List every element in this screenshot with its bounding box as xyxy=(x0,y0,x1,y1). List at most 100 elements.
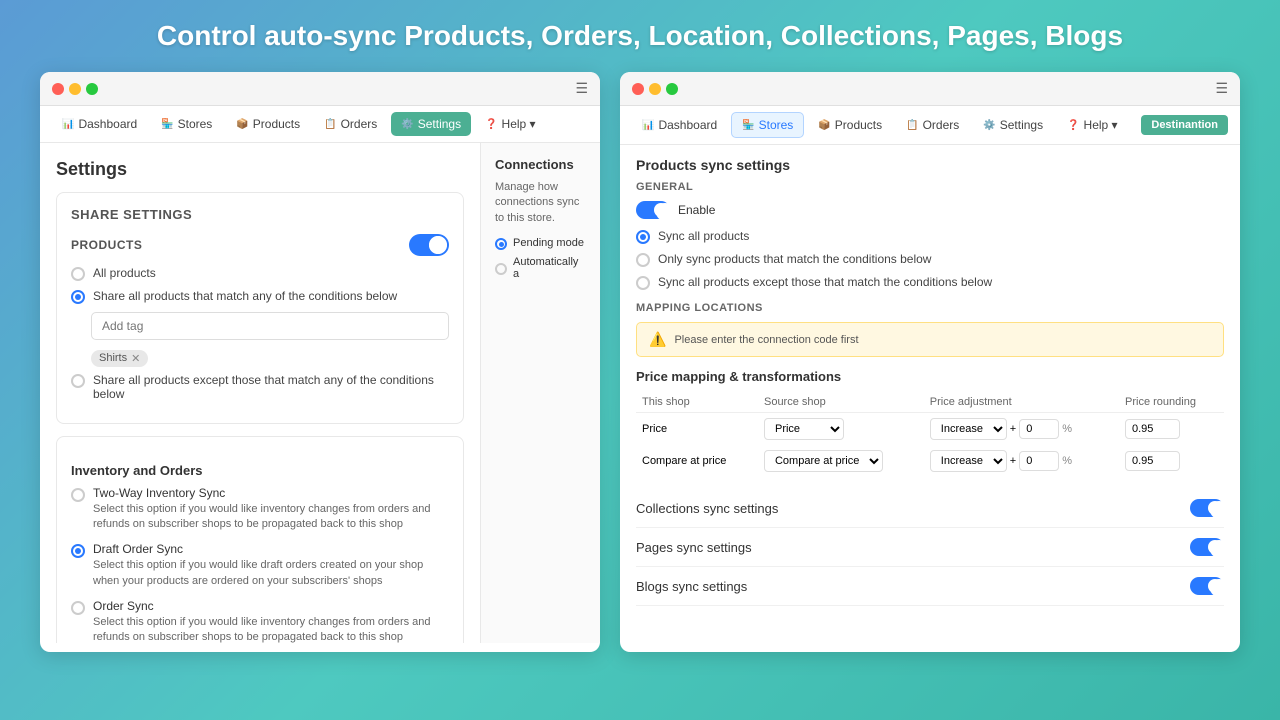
radio-all-products[interactable]: All products xyxy=(71,266,449,281)
nav-item-settings-right[interactable]: ⚙️ Settings xyxy=(973,113,1053,137)
products-label: PRODUCTS xyxy=(71,238,142,252)
compare-source-shop: Compare at price xyxy=(758,445,924,477)
dot-green-left[interactable] xyxy=(86,83,98,95)
connections-description: Manage how connections sync to this stor… xyxy=(495,180,586,226)
radio-except-products[interactable]: Share all products except those that mat… xyxy=(71,373,449,401)
right-panel-content: Products sync settings General Enable Sy… xyxy=(620,145,1240,645)
connections-column: Connections Manage how connections sync … xyxy=(480,143,600,643)
two-way-option: Two-Way Inventory Sync Select this optio… xyxy=(71,486,449,533)
settings-icon-left: ⚙️ xyxy=(401,119,413,130)
compare-adjustment-cell: Increase + % xyxy=(924,445,1119,477)
blogs-sync-label: Blogs sync settings xyxy=(636,579,747,594)
window-chrome-left: ☰ xyxy=(40,72,600,106)
window-chrome-right: ☰ xyxy=(620,72,1240,106)
page-title: Settings xyxy=(56,159,464,180)
settings-icon-right: ⚙️ xyxy=(983,120,995,131)
enable-row: Enable xyxy=(636,201,1224,219)
hero-title: Control auto-sync Products, Orders, Loca… xyxy=(157,20,1123,52)
dot-red-left[interactable] xyxy=(52,83,64,95)
enable-toggle[interactable] xyxy=(636,201,670,219)
dot-red-right[interactable] xyxy=(632,83,644,95)
collections-sync-toggle[interactable] xyxy=(1190,499,1224,517)
pages-sync-label: Pages sync settings xyxy=(636,540,752,555)
dashboard-icon-left: 📊 xyxy=(62,119,74,130)
radio-circle-all xyxy=(71,267,85,281)
inventory-orders-title: Inventory and Orders xyxy=(71,463,449,478)
nav-item-dashboard-left[interactable]: 📊 Dashboard xyxy=(52,112,147,136)
price-increase-select[interactable]: Increase xyxy=(930,418,1007,440)
radio-match-products[interactable]: Share all products that match any of the… xyxy=(71,289,449,304)
radio-sync-all xyxy=(636,230,650,244)
hamburger-left[interactable]: ☰ xyxy=(575,80,588,97)
radio-two-way[interactable] xyxy=(71,488,85,502)
dashboard-icon-right: 📊 xyxy=(642,120,654,131)
nav-item-settings-left[interactable]: ⚙️ Settings xyxy=(391,112,471,136)
panels-container: ☰ 📊 Dashboard 🏪 Stores 📦 Products 📋 Orde… xyxy=(40,72,1240,652)
col-price-rounding: Price rounding xyxy=(1119,392,1224,413)
nav-item-help-right[interactable]: ❓ Help ▾ xyxy=(1057,113,1128,137)
nav-item-stores-left[interactable]: 🏪 Stores xyxy=(151,112,222,136)
dot-yellow-left[interactable] xyxy=(69,83,81,95)
compare-increase-select[interactable]: Increase xyxy=(930,450,1007,472)
radio-draft-order[interactable] xyxy=(71,544,85,558)
nav-item-dashboard-right[interactable]: 📊 Dashboard xyxy=(632,113,727,137)
compare-source-select[interactable]: Compare at price xyxy=(764,450,883,472)
nav-item-products-right[interactable]: 📦 Products xyxy=(808,113,892,137)
price-adjustment-value[interactable] xyxy=(1019,419,1059,439)
general-label: General xyxy=(636,181,1224,193)
products-sync-title: Products sync settings xyxy=(636,157,1224,173)
window-dots-left xyxy=(52,83,98,95)
nav-item-orders-left[interactable]: 📋 Orders xyxy=(314,112,387,136)
pages-sync-toggle[interactable] xyxy=(1190,538,1224,556)
radio-circle-except xyxy=(71,374,85,388)
compare-adjustment-value[interactable] xyxy=(1019,451,1059,471)
blogs-sync-row: Blogs sync settings xyxy=(636,567,1224,606)
radio-order-sync[interactable] xyxy=(71,601,85,615)
nav-item-orders-right[interactable]: 📋 Orders xyxy=(896,113,969,137)
dot-green-right[interactable] xyxy=(666,83,678,95)
destination-badge: Destinantion xyxy=(1141,115,1228,135)
nav-item-help-left[interactable]: ❓ Help ▾ xyxy=(475,112,546,136)
tag-shirts-remove[interactable]: ✕ xyxy=(131,352,140,365)
price-source-select[interactable]: Price xyxy=(764,418,844,440)
hamburger-right[interactable]: ☰ xyxy=(1215,80,1228,97)
pending-mode-option[interactable]: Pending mode xyxy=(495,236,586,250)
warning-icon: ⚠️ xyxy=(649,331,666,348)
share-settings-header: Share settings xyxy=(71,207,449,222)
price-source-shop: Price xyxy=(758,413,924,446)
tag-input[interactable] xyxy=(91,312,449,340)
products-toggle[interactable] xyxy=(409,234,449,256)
blogs-sync-toggle[interactable] xyxy=(1190,577,1224,595)
price-mapping-section: Price mapping & transformations This sho… xyxy=(636,369,1224,477)
price-rounding-value[interactable] xyxy=(1125,419,1180,439)
stores-icon-right: 🏪 xyxy=(742,120,754,131)
radio-sync-except xyxy=(636,276,650,290)
sync-all-option[interactable]: Sync all products xyxy=(636,229,1224,244)
sync-except-option[interactable]: Sync all products except those that matc… xyxy=(636,275,1224,290)
price-this-shop: Price xyxy=(636,413,758,446)
mapping-warning-box: ⚠️ Please enter the connection code firs… xyxy=(636,322,1224,357)
help-icon-right: ❓ xyxy=(1067,120,1079,131)
price-mapping-table: This shop Source shop Price adjustment P… xyxy=(636,392,1224,477)
auto-mode-option[interactable]: Automatically a xyxy=(495,256,586,280)
help-icon-left: ❓ xyxy=(485,119,497,130)
left-panel: ☰ 📊 Dashboard 🏪 Stores 📦 Products 📋 Orde… xyxy=(40,72,600,652)
connections-title: Connections xyxy=(495,157,586,172)
mapping-locations-title: MAPPING LOCATIONS xyxy=(636,302,1224,314)
mapping-locations-section: MAPPING LOCATIONS ⚠️ Please enter the co… xyxy=(636,302,1224,357)
compare-rounding-value[interactable] xyxy=(1125,451,1180,471)
dot-yellow-right[interactable] xyxy=(649,83,661,95)
sync-conditions-option[interactable]: Only sync products that match the condit… xyxy=(636,252,1224,267)
nav-bar-right: 📊 Dashboard 🏪 Stores 📦 Products 📋 Orders… xyxy=(620,106,1240,145)
right-panel: ☰ 📊 Dashboard 🏪 Stores 📦 Products 📋 xyxy=(620,72,1240,652)
left-panel-body: Settings Share settings PRODUCTS All pro… xyxy=(40,143,600,643)
radio-sync-conditions xyxy=(636,253,650,267)
order-sync-option: Order Sync Select this option if you wou… xyxy=(71,599,449,643)
products-icon-right: 📦 xyxy=(818,120,830,131)
mapping-warning-text: Please enter the connection code first xyxy=(674,334,858,346)
nav-bar-left: 📊 Dashboard 🏪 Stores 📦 Products 📋 Orders… xyxy=(40,106,600,143)
nav-item-products-left[interactable]: 📦 Products xyxy=(226,112,310,136)
nav-item-stores-right[interactable]: 🏪 Stores xyxy=(731,112,804,138)
radio-circle-match xyxy=(71,290,85,304)
main-settings: Settings Share settings PRODUCTS All pro… xyxy=(40,143,480,643)
